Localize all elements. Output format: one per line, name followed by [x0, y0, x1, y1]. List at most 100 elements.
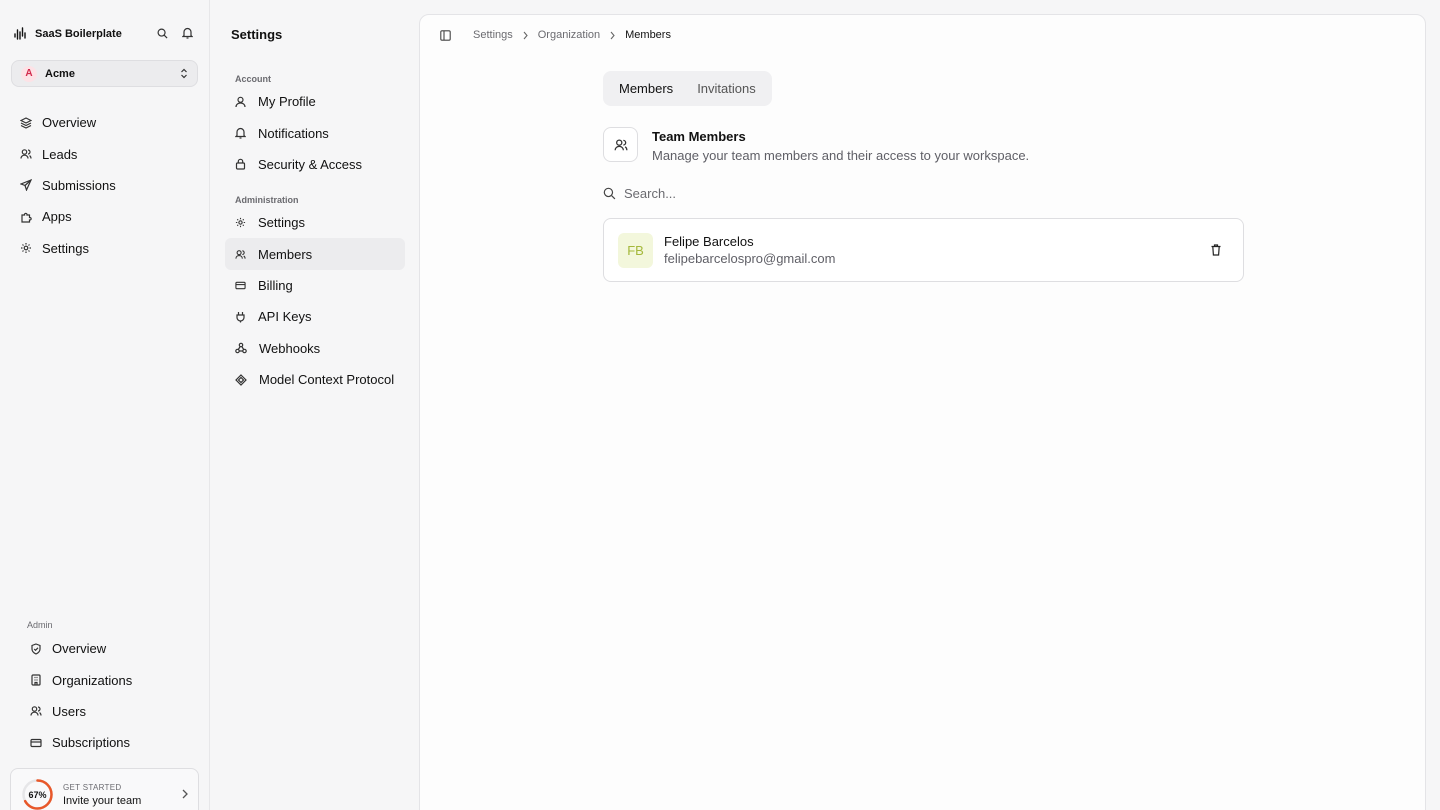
card-icon — [235, 280, 246, 291]
nav-label: Settings — [42, 240, 89, 256]
nav-item-apps[interactable]: Apps — [10, 201, 200, 232]
get-started-card[interactable]: 67% GET STARTED Invite your team — [10, 768, 199, 810]
organization-switcher[interactable]: A Acme — [11, 60, 198, 87]
tab-members[interactable]: Members — [607, 75, 686, 102]
administration-heading: Administration — [235, 195, 299, 205]
settings-title: Settings — [231, 27, 283, 42]
section-header: Team Members Manage your team members an… — [603, 127, 1244, 163]
nav-item-settings[interactable]: Settings — [10, 233, 200, 264]
breadcrumb-settings[interactable]: Settings — [473, 29, 513, 41]
member-avatar: FB — [618, 232, 653, 268]
tab-invitations[interactable]: Invitations — [685, 75, 768, 102]
nav-label: Leads — [42, 146, 78, 162]
admin-item-organizations[interactable]: Organizations — [20, 664, 200, 695]
chevron-right-icon — [182, 789, 188, 799]
org-avatar: A — [21, 65, 37, 82]
settings-item-label: Webhooks — [259, 340, 321, 356]
account-heading: Account — [235, 74, 271, 84]
breadcrumb-organization[interactable]: Organization — [538, 29, 600, 41]
settings-item-my-profile[interactable]: My Profile — [225, 86, 405, 117]
settings-item-label: My Profile — [258, 94, 316, 110]
main-nav: Overview Leads Submissions Apps Settings — [10, 107, 200, 264]
member-email: felipebarcelospro@gmail.com — [664, 251, 836, 266]
member-row[interactable]: FB Felipe Barcelos felipebarcelospro@gma… — [603, 218, 1244, 282]
settings-item-label: Security & Access — [258, 156, 363, 172]
search-icon — [603, 187, 616, 200]
nav-item-submissions[interactable]: Submissions — [10, 170, 200, 201]
admin-heading: Admin — [27, 620, 53, 630]
users-icon — [20, 148, 32, 160]
layers-icon — [20, 117, 32, 129]
settings-item-label: Billing — [258, 277, 293, 293]
bell-icon — [235, 127, 246, 139]
card-icon — [30, 737, 42, 749]
chevron-right-icon — [523, 31, 528, 40]
progress-ring: 67% — [21, 778, 54, 810]
brand-name: SaaS Boilerplate — [35, 28, 122, 40]
admin-item-users[interactable]: Users — [20, 696, 200, 727]
account-group: Account My Profile Notifications Securit… — [225, 74, 405, 180]
webhook-icon — [235, 342, 247, 354]
brand[interactable]: SaaS Boilerplate — [14, 26, 122, 42]
breadcrumb: Settings Organization Members — [440, 27, 671, 43]
nav-label: Overview — [52, 641, 107, 657]
users-icon — [235, 249, 246, 260]
send-icon — [20, 179, 32, 192]
breadcrumb-members: Members — [625, 29, 671, 41]
settings-item-webhooks[interactable]: Webhooks — [225, 333, 405, 364]
main-panel: Settings Organization Members Members In… — [419, 14, 1426, 810]
chevrons-up-down-icon — [180, 68, 188, 79]
progress-title: Invite your team — [63, 795, 142, 807]
settings-item-mcp[interactable]: Model Context Protocol — [225, 364, 405, 395]
progress-kicker: GET STARTED — [63, 783, 122, 792]
mcp-icon — [235, 373, 247, 386]
search-icon[interactable] — [157, 27, 168, 39]
members-content: Members Invitations Team Members Manage … — [603, 71, 1244, 282]
settings-item-settings[interactable]: Settings — [225, 207, 405, 238]
building-icon — [30, 674, 42, 686]
org-name: Acme — [45, 67, 75, 80]
search-input[interactable] — [624, 186, 924, 201]
nav-label: Subscriptions — [52, 735, 131, 751]
nav-item-overview[interactable]: Overview — [10, 107, 200, 138]
user-icon — [235, 96, 246, 108]
trash-icon[interactable] — [1211, 244, 1221, 256]
settings-item-label: API Keys — [258, 309, 312, 325]
member-search — [603, 178, 1244, 209]
nav-label: Users — [52, 703, 86, 719]
sidebar-toggle-icon[interactable] — [440, 29, 451, 41]
nav-label: Apps — [42, 209, 72, 225]
nav-label: Organizations — [52, 672, 133, 688]
settings-item-label: Settings — [258, 215, 305, 231]
users-icon — [30, 705, 42, 717]
settings-item-label: Model Context Protocol — [259, 372, 395, 388]
plug-icon — [235, 311, 246, 323]
settings-item-security[interactable]: Security & Access — [225, 149, 405, 180]
section-title: Team Members — [652, 129, 746, 144]
settings-item-members[interactable]: Members — [225, 238, 405, 270]
settings-item-billing[interactable]: Billing — [225, 270, 405, 301]
nav-item-leads[interactable]: Leads — [10, 138, 200, 169]
lock-icon — [235, 158, 246, 171]
gear-icon — [20, 242, 32, 254]
progress-percent: 67% — [28, 789, 47, 800]
gear-icon — [235, 217, 246, 228]
waveform-logo-icon — [14, 27, 27, 41]
settings-sidebar: Settings Account My Profile Notification… — [211, 0, 419, 810]
team-icon — [603, 127, 638, 162]
section-description: Manage your team members and their acces… — [652, 148, 1030, 163]
admin-item-subscriptions[interactable]: Subscriptions — [20, 727, 200, 758]
puzzle-icon — [20, 211, 32, 223]
admin-item-overview[interactable]: Overview — [20, 633, 200, 664]
member-name: Felipe Barcelos — [664, 234, 754, 249]
nav-label: Submissions — [42, 177, 116, 193]
settings-item-label: Notifications — [258, 125, 329, 141]
app-sidebar: SaaS Boilerplate A Acme Overview Leads S… — [0, 0, 210, 810]
chevron-right-icon — [610, 31, 615, 40]
administration-group: Administration Settings Members Billing … — [225, 195, 405, 395]
settings-item-api-keys[interactable]: API Keys — [225, 301, 405, 332]
bell-icon[interactable] — [182, 27, 193, 39]
shield-icon — [30, 643, 42, 655]
admin-nav: Overview Organizations Users Subscriptio… — [20, 633, 200, 759]
settings-item-notifications[interactable]: Notifications — [225, 117, 405, 148]
